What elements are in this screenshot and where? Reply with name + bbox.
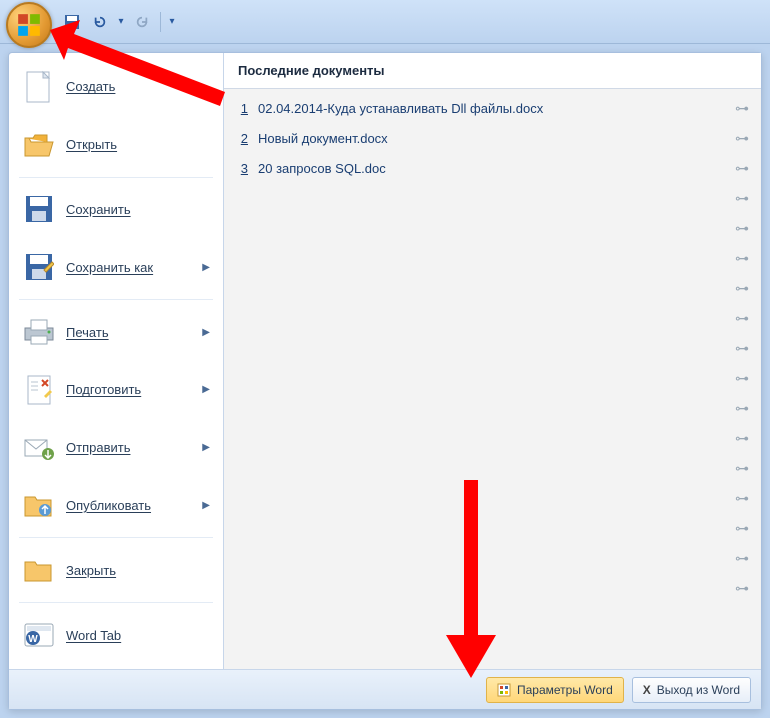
menu-new-label: Создать xyxy=(66,79,210,94)
office-button[interactable] xyxy=(6,2,52,48)
qat-undo-button[interactable] xyxy=(88,10,112,34)
recent-number: 2 xyxy=(236,131,248,146)
qat-undo-dropdown[interactable]: ▾ xyxy=(116,10,126,34)
submenu-arrow-icon: ▶ xyxy=(202,442,210,453)
pin-slot: ⊶ xyxy=(224,393,761,423)
recent-documents-header: Последние документы xyxy=(224,53,761,89)
recent-number: 1 xyxy=(236,101,248,116)
pin-slot: ⊶ xyxy=(224,483,761,513)
pin-slot: ⊶ xyxy=(224,513,761,543)
pin-icon[interactable]: ⊶ xyxy=(735,130,749,147)
menu-word-tab-label: Word Tab xyxy=(66,628,210,643)
menu-prepare[interactable]: Подготовить ▶ xyxy=(13,362,219,418)
submenu-arrow-icon: ▶ xyxy=(202,500,210,511)
prepare-icon xyxy=(22,373,56,407)
menu-publish-label: Опубликовать xyxy=(66,498,192,513)
close-folder-icon xyxy=(22,553,56,587)
recent-documents-list: 1 02.04.2014-Куда устанавливать Dll файл… xyxy=(224,89,761,669)
menu-prepare-label: Подготовить xyxy=(66,382,192,397)
exit-word-label: Выход из Word xyxy=(657,683,740,697)
pin-slot: ⊶ xyxy=(224,273,761,303)
menu-publish[interactable]: Опубликовать ▶ xyxy=(13,478,219,534)
pin-slot: ⊶ xyxy=(224,363,761,393)
menu-open-label: Открыть xyxy=(66,137,210,152)
qat-save-button[interactable] xyxy=(60,10,84,34)
qat-separator xyxy=(160,12,161,32)
title-bar: ▾ ▾ xyxy=(0,0,770,44)
menu-save-label: Сохранить xyxy=(66,202,210,217)
qat-customize-dropdown[interactable]: ▾ xyxy=(167,10,177,34)
menu-separator xyxy=(19,299,213,300)
word-options-button[interactable]: Параметры Word xyxy=(486,677,624,703)
new-document-icon xyxy=(22,70,56,104)
send-icon xyxy=(22,431,56,465)
qat-redo-button[interactable] xyxy=(130,10,154,34)
submenu-arrow-icon: ▶ xyxy=(202,327,210,338)
pin-slot: ⊶ xyxy=(224,453,761,483)
submenu-arrow-icon: ▶ xyxy=(202,384,210,395)
menu-save-as-label: Сохранить как xyxy=(66,260,192,275)
recent-title: Новый документ.docx xyxy=(258,131,725,146)
pin-slot: ⊶ xyxy=(224,213,761,243)
menu-save[interactable]: Сохранить xyxy=(13,182,219,238)
menu-left-column: Создать Открыть Сохранить Сохранить xyxy=(9,53,224,669)
recent-document-item[interactable]: 3 20 запросов SQL.doc ⊶ xyxy=(224,153,761,183)
close-x-icon: X xyxy=(643,683,651,697)
recent-title: 02.04.2014-Куда устанавливать Dll файлы.… xyxy=(258,101,725,116)
pin-slot: ⊶ xyxy=(224,333,761,363)
word-options-label: Параметры Word xyxy=(517,683,613,697)
office-menu: Создать Открыть Сохранить Сохранить xyxy=(8,52,762,710)
pin-slot: ⊶ xyxy=(224,543,761,573)
menu-close-label: Закрыть xyxy=(66,563,210,578)
open-folder-icon xyxy=(22,128,56,162)
pin-slot: ⊶ xyxy=(224,423,761,453)
recent-document-item[interactable]: 2 Новый документ.docx ⊶ xyxy=(224,123,761,153)
menu-new[interactable]: Создать xyxy=(13,59,219,115)
svg-text:W: W xyxy=(28,634,38,645)
options-icon xyxy=(497,683,511,697)
pin-icon[interactable]: ⊶ xyxy=(735,160,749,177)
recent-document-item[interactable]: 1 02.04.2014-Куда устанавливать Dll файл… xyxy=(224,93,761,123)
menu-close[interactable]: Закрыть xyxy=(13,542,219,598)
pin-icon[interactable]: ⊶ xyxy=(735,100,749,117)
menu-open[interactable]: Открыть xyxy=(13,117,219,173)
pin-slot: ⊶ xyxy=(224,303,761,333)
menu-print-label: Печать xyxy=(66,325,192,340)
exit-word-button[interactable]: X Выход из Word xyxy=(632,677,751,703)
word-tab-icon: W xyxy=(22,618,56,652)
menu-send-label: Отправить xyxy=(66,440,192,455)
recent-documents-panel: Последние документы 1 02.04.2014-Куда ус… xyxy=(224,53,761,669)
menu-footer: Параметры Word X Выход из Word xyxy=(9,669,761,709)
menu-print[interactable]: Печать ▶ xyxy=(13,304,219,360)
submenu-arrow-icon: ▶ xyxy=(202,262,210,273)
pin-slot: ⊶ xyxy=(224,183,761,213)
print-icon xyxy=(22,315,56,349)
publish-icon xyxy=(22,488,56,522)
recent-title: 20 запросов SQL.doc xyxy=(258,161,725,176)
menu-separator xyxy=(19,177,213,178)
menu-separator xyxy=(19,602,213,603)
menu-word-tab[interactable]: W Word Tab xyxy=(13,607,219,663)
pin-slot: ⊶ xyxy=(224,243,761,273)
save-as-icon xyxy=(22,250,56,284)
recent-number: 3 xyxy=(236,161,248,176)
menu-save-as[interactable]: Сохранить как ▶ xyxy=(13,239,219,295)
menu-send[interactable]: Отправить ▶ xyxy=(13,420,219,476)
save-icon xyxy=(22,192,56,226)
pin-slot: ⊶ xyxy=(224,573,761,603)
menu-separator xyxy=(19,537,213,538)
